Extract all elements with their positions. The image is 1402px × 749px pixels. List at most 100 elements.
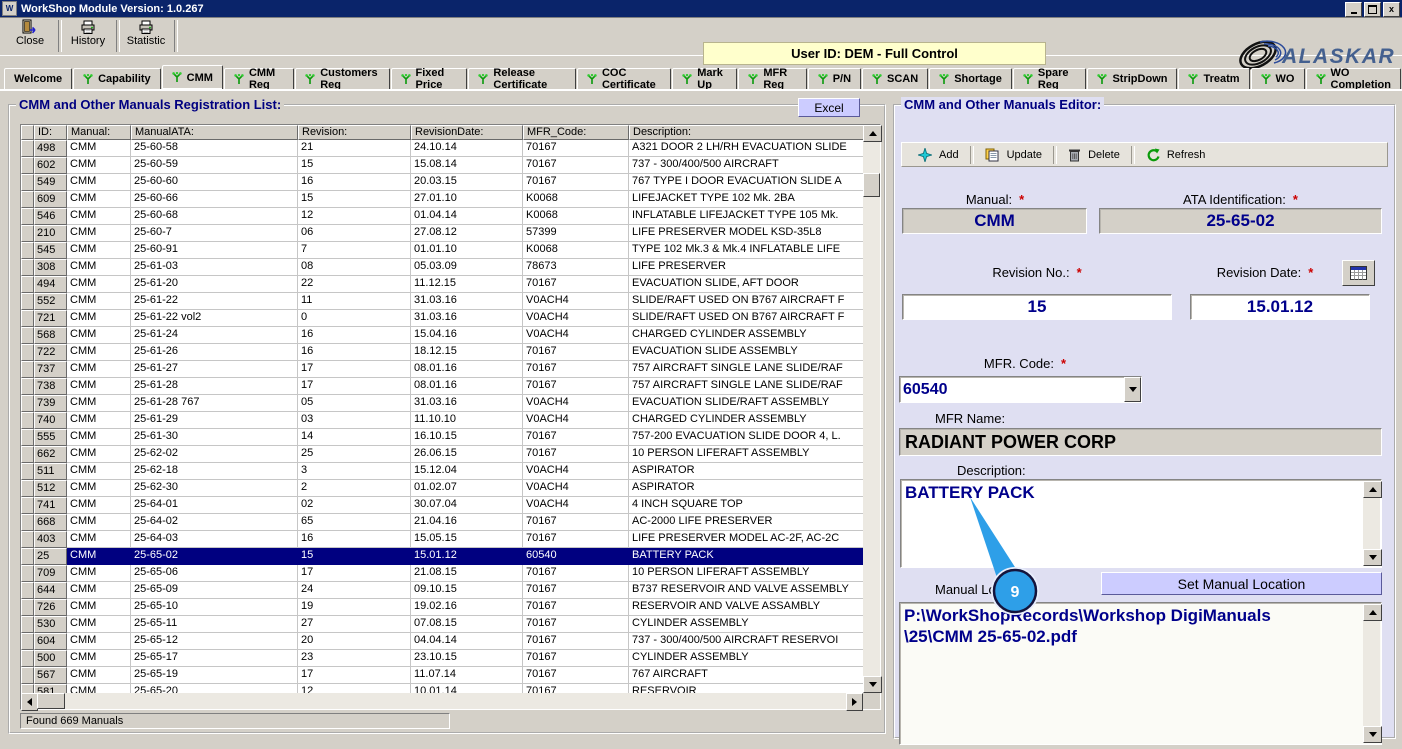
table-row[interactable]: 403 CMM 25-64-03 16 15.05.15 70167 LIFE PRESER… (21, 531, 863, 548)
update-button[interactable]: Update (975, 145, 1052, 165)
table-row[interactable]: 512 CMM 25-62-30 2 01.02.07 V0ACH4 ASPIRATOR (21, 480, 863, 497)
tab-shortage[interactable]: Shortage (929, 68, 1012, 89)
history-button[interactable]: History (60, 19, 116, 53)
manual-location-textarea[interactable]: P:\WorkShopRecords\Workshop DigiManuals … (899, 602, 1382, 745)
table-row[interactable]: 546 CMM 25-60-68 12 01.04.14 K0068 INFLATABLE … (21, 208, 863, 225)
row-indicator (21, 684, 34, 693)
restore-button[interactable] (1364, 2, 1381, 17)
vertical-scroll-thumb[interactable] (863, 173, 880, 197)
table-row[interactable]: 308 CMM 25-61-03 08 05.03.09 78673 LIFE PRESER… (21, 259, 863, 276)
row-id-cell: 604 (34, 633, 67, 650)
column-header-revision[interactable]: Revision: (298, 125, 411, 140)
table-row[interactable]: 739 CMM 25-61-28 767 05 31.03.16 V0ACH4 EVACUA… (21, 395, 863, 412)
table-row[interactable]: 555 CMM 25-61-30 14 16.10.15 70167 757-200 EVA… (21, 429, 863, 446)
column-header-revisiondate[interactable]: RevisionDate: (411, 125, 523, 140)
scroll-up-button[interactable] (1363, 481, 1382, 498)
table-row[interactable]: 530 CMM 25-65-11 27 07.08.15 70167 CYLINDER AS… (21, 616, 863, 633)
mfr-code-value: 60540 (903, 380, 948, 398)
row-indicator (21, 599, 34, 616)
tab-scan[interactable]: SCAN (862, 68, 929, 89)
table-row[interactable]: 568 CMM 25-61-24 16 15.04.16 V0ACH4 CHARGED CY… (21, 327, 863, 344)
horizontal-scroll-thumb[interactable] (37, 693, 65, 709)
tab-stripdown[interactable]: StripDown (1087, 68, 1178, 89)
tab-cmm-reg[interactable]: CMM Reg (223, 67, 295, 91)
table-row[interactable]: 741 CMM 25-64-01 02 30.07.04 V0ACH4 4 INCH SQU… (21, 497, 863, 514)
tab-fixed-price[interactable]: Fixed Price (390, 67, 468, 91)
table-row[interactable]: 210 CMM 25-60-7 06 27.08.12 57399 LIFE PRESERV… (21, 225, 863, 242)
tab-cmm[interactable]: CMM (161, 65, 223, 89)
table-row[interactable]: 552 CMM 25-61-22 11 31.03.16 V0ACH4 SLIDE/RAFT… (21, 293, 863, 310)
table-row[interactable]: 549 CMM 25-60-60 16 20.03.15 70167 767 TYPE I … (21, 174, 863, 191)
add-button[interactable]: Add (908, 145, 969, 165)
table-cell: 12 (298, 684, 411, 693)
table-row[interactable]: 722 CMM 25-61-26 16 18.12.15 70167 EVACUATION … (21, 344, 863, 361)
column-header-manual[interactable]: Manual: (67, 125, 131, 140)
table-row[interactable]: 581 CMM 25-65-20 12 10.01.14 70167 RESERVOIR (21, 684, 863, 693)
column-header-mfr-code[interactable]: MFR_Code: (523, 125, 629, 140)
column-header-manualata[interactable]: ManualATA: (131, 125, 298, 140)
table-row[interactable]: 500 CMM 25-65-17 23 23.10.15 70167 CYLINDER AS… (21, 650, 863, 667)
table-row[interactable]: 668 CMM 25-64-02 65 21.04.16 70167 AC-2000 LIF… (21, 514, 863, 531)
scroll-up-button[interactable] (863, 125, 882, 142)
scroll-down-button[interactable] (1363, 726, 1382, 743)
description-scrollbar[interactable] (1363, 481, 1382, 566)
table-row[interactable]: 662 CMM 25-62-02 25 26.06.15 70167 10 PERSON L… (21, 446, 863, 463)
tab-wo[interactable]: WO (1250, 68, 1305, 89)
column-header-description[interactable]: Description: (629, 125, 863, 140)
excel-export-button[interactable]: Excel (798, 98, 860, 117)
scroll-down-button[interactable] (863, 676, 882, 693)
minimize-button[interactable] (1345, 2, 1362, 17)
combobox-dropdown-button[interactable] (1124, 377, 1141, 402)
table-row[interactable]: 494 CMM 25-61-20 22 11.12.15 70167 EVACUATION … (21, 276, 863, 293)
column-header-id[interactable]: ID: (34, 125, 67, 140)
tab-wo-completion[interactable]: WO Completion (1305, 67, 1401, 91)
calendar-button[interactable] (1342, 260, 1375, 286)
tab-coc-certificate[interactable]: COC Certificate (576, 67, 672, 91)
grid-horizontal-scrollbar[interactable] (21, 693, 863, 711)
table-row[interactable]: 738 CMM 25-61-28 17 08.01.16 70167 757 AIRCRAF… (21, 378, 863, 395)
table-row[interactable]: 721 CMM 25-61-22 vol2 0 31.03.16 V0ACH4 SLIDE/… (21, 310, 863, 327)
table-row[interactable]: 737 CMM 25-61-27 17 08.01.16 70167 757 AIRCRAF… (21, 361, 863, 378)
table-row[interactable]: 545 CMM 25-60-91 7 01.01.10 K0068 TYPE 102 Mk.… (21, 242, 863, 259)
scroll-left-button[interactable] (21, 693, 38, 711)
table-cell: 70167 (523, 531, 629, 548)
refresh-button[interactable]: Refresh (1136, 145, 1216, 165)
tab-release-certificate[interactable]: Release Certificate (468, 67, 576, 91)
scroll-down-button[interactable] (1363, 549, 1382, 566)
description-textarea[interactable]: BATTERY PACK (900, 479, 1382, 568)
close-window-button[interactable]: x (1383, 2, 1400, 17)
table-row[interactable]: 644 CMM 25-65-09 24 09.10.15 70167 B737 RESERV… (21, 582, 863, 599)
table-row[interactable]: 25 CMM 25-65-02 15 15.01.12 60540 BATTERY PACK (21, 548, 863, 565)
tab-capability[interactable]: Capability (73, 68, 161, 89)
revision-date-input[interactable]: 15.01.12 (1190, 294, 1370, 320)
manuals-grid[interactable]: ID: Manual: ManualATA: Revision: RevisionDat… (20, 124, 882, 711)
revision-no-input[interactable]: 15 (902, 294, 1172, 320)
table-row[interactable]: 726 CMM 25-65-10 19 19.02.16 70167 RESERVOIR A… (21, 599, 863, 616)
close-button[interactable]: Close (2, 19, 58, 53)
table-row[interactable]: 609 CMM 25-60-66 15 27.01.10 K0068 LIFEJACKET … (21, 191, 863, 208)
delete-button[interactable]: Delete (1058, 145, 1130, 165)
table-row[interactable]: 709 CMM 25-65-06 17 21.08.15 70167 10 PERSON L… (21, 565, 863, 582)
tab-customers-reg[interactable]: Customers Reg (295, 67, 390, 91)
tab-treatm[interactable]: Treatm (1178, 68, 1250, 89)
manual-location-scrollbar[interactable] (1363, 604, 1382, 743)
tab-mark-up[interactable]: Mark Up (672, 67, 738, 91)
table-row[interactable]: 567 CMM 25-65-19 17 11.07.14 70167 767 AIRCRAF… (21, 667, 863, 684)
table-row[interactable]: 498 CMM 25-60-58 21 24.10.14 70167 A321 DOOR 2… (21, 140, 863, 157)
tab-pin-icon (1023, 73, 1033, 85)
tab-spare-reg[interactable]: Spare Reg (1012, 67, 1087, 91)
tab-welcome[interactable]: Welcome (4, 68, 73, 89)
table-row[interactable]: 740 CMM 25-61-29 03 11.10.10 V0ACH4 CHARGED CY… (21, 412, 863, 429)
tab-p-n[interactable]: P/N (807, 68, 862, 89)
statistic-button[interactable]: Statistic (118, 19, 174, 53)
table-row[interactable]: 511 CMM 25-62-18 3 15.12.04 V0ACH4 ASPIRATOR (21, 463, 863, 480)
table-row[interactable]: 604 CMM 25-65-12 20 04.04.14 70167 737 - 300/4… (21, 633, 863, 650)
mfr-code-combobox[interactable]: 60540 (899, 376, 1142, 403)
tab-mfr-reg[interactable]: MFR Reg (738, 67, 807, 91)
table-row[interactable]: 602 CMM 25-60-59 15 15.08.14 70167 737 - 300/4… (21, 157, 863, 174)
table-cell: 15 (298, 548, 411, 565)
grid-vertical-scrollbar[interactable] (863, 125, 882, 693)
set-manual-location-button[interactable]: Set Manual Location (1101, 572, 1382, 595)
scroll-right-button[interactable] (846, 693, 863, 711)
scroll-up-button[interactable] (1363, 604, 1382, 621)
